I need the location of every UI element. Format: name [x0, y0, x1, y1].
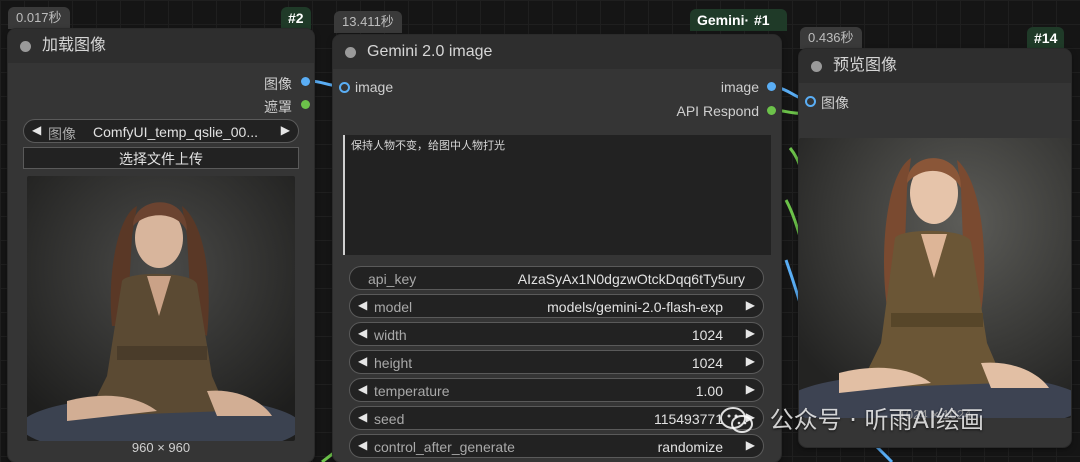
collapse-dot-icon[interactable] — [345, 47, 356, 58]
api-key-label: api_key — [368, 271, 417, 287]
output-image-socket[interactable] — [301, 77, 310, 86]
control-prev-arrow-icon[interactable]: ◀ — [358, 438, 367, 452]
model-combo[interactable]: ◀ model models/gemini-2.0-flash-exp ▶ — [349, 294, 764, 318]
control-after-generate-label: control_after_generate — [374, 439, 515, 455]
output-image-label: 图像 — [264, 76, 292, 92]
image-size-caption: 960 × 960 — [131, 440, 191, 455]
collapse-dot-icon[interactable] — [20, 41, 31, 52]
gemini-node-id-badge: #1 — [754, 12, 770, 28]
load-image-node[interactable]: 加载图像 图像 遮罩 ◀ 图像 ComfyUI_temp_qslie_00...… — [8, 29, 314, 462]
gemini-image-node[interactable]: Gemini 2.0 image image image API Respond… — [333, 35, 781, 462]
preview-node-timing: 0.436秒 — [800, 27, 862, 49]
model-next-arrow-icon[interactable]: ▶ — [746, 298, 755, 312]
portrait-photo-icon — [27, 176, 295, 441]
height-value: 1024 — [691, 355, 723, 371]
preview-node-title-bar[interactable]: 预览图像 — [799, 49, 1071, 83]
output-image-label: image — [720, 79, 759, 95]
wechat-icon — [720, 406, 754, 436]
seed-label: seed — [374, 411, 405, 427]
height-decrement-icon[interactable]: ◀ — [358, 354, 367, 368]
height-increment-icon[interactable]: ▶ — [746, 354, 755, 368]
load-node-id-badge: #2 — [281, 7, 311, 29]
height-label: height — [374, 355, 413, 371]
gemini-node-title: Gemini 2.0 image — [367, 43, 493, 60]
gemini-node-title-bar[interactable]: Gemini 2.0 image — [333, 35, 781, 69]
output-mask-socket[interactable] — [301, 100, 310, 109]
gemini-node-timing: 13.411秒 — [334, 11, 402, 33]
preview-node-title: 预览图像 — [833, 57, 898, 74]
combo-next-arrow-icon[interactable]: ▶ — [281, 123, 290, 137]
preview-image-node[interactable]: 预览图像 图像 1024 × 1024 — [799, 49, 1071, 447]
width-stepper[interactable]: ◀ width 1024 ▶ — [349, 322, 764, 346]
temperature-stepper[interactable]: ◀ temperature 1.00 ▶ — [349, 378, 764, 402]
input-image-label: 图像 — [821, 95, 849, 111]
input-image-socket[interactable] — [339, 82, 350, 93]
width-label: width — [374, 327, 407, 343]
image-combo-label: 图像 — [48, 126, 76, 142]
watermark-text: 公众号 · 听雨AI绘画 — [769, 406, 985, 434]
image-combo-value: ComfyUI_temp_qslie_00... — [93, 124, 258, 140]
image-file-combo[interactable]: ◀ 图像 ComfyUI_temp_qslie_00... ▶ — [23, 119, 299, 143]
collapse-dot-icon[interactable] — [811, 61, 822, 72]
temperature-value: 1.00 — [695, 383, 723, 399]
api-key-field[interactable]: api_key AIzaSyAx1N0dgzwOtckDqq6tTy5ury — [349, 266, 764, 290]
prompt-textarea[interactable]: 保持人物不变，给图中人物打光 — [343, 135, 771, 255]
watermark-overlay: 公众号 · 听雨AI绘画 — [720, 400, 984, 440]
load-node-timing: 0.017秒 — [8, 7, 70, 29]
upload-file-button[interactable]: 选择文件上传 — [23, 147, 299, 169]
seed-stepper[interactable]: ◀ seed 115493771 ▶ — [349, 406, 764, 430]
portrait-photo-icon — [799, 138, 1071, 418]
input-image-label: image — [355, 79, 394, 95]
height-stepper[interactable]: ◀ height 1024 ▶ — [349, 350, 764, 374]
model-prev-arrow-icon[interactable]: ◀ — [358, 298, 367, 312]
seed-value: 115493771 — [653, 411, 723, 427]
combo-prev-arrow-icon[interactable]: ◀ — [32, 123, 41, 137]
output-api-respond-label: API Respond — [676, 103, 760, 119]
preview-node-id-badge: #14 — [1027, 27, 1065, 49]
output-mask-label: 遮罩 — [264, 99, 292, 115]
control-after-generate-combo[interactable]: ◀ control_after_generate randomize ▶ — [349, 434, 764, 458]
model-value: models/gemini-2.0-flash-exp — [547, 299, 723, 315]
output-api-respond-socket[interactable] — [767, 106, 776, 115]
control-next-arrow-icon[interactable]: ▶ — [746, 438, 755, 452]
input-image-socket[interactable] — [805, 96, 816, 107]
loaded-image-preview — [27, 176, 295, 441]
temperature-label: temperature — [374, 383, 450, 399]
width-value: 1024 — [691, 327, 723, 343]
seed-decrement-icon[interactable]: ◀ — [358, 410, 367, 424]
width-increment-icon[interactable]: ▶ — [746, 326, 755, 340]
output-image-socket[interactable] — [767, 82, 776, 91]
load-node-title: 加载图像 — [42, 37, 107, 54]
width-decrement-icon[interactable]: ◀ — [358, 326, 367, 340]
control-after-generate-value: randomize — [657, 439, 723, 455]
gemini-badge-name: Gemini· — [697, 12, 750, 28]
model-label: model — [374, 299, 413, 315]
load-node-title-bar[interactable]: 加载图像 — [8, 29, 314, 63]
api-key-value: AIzaSyAx1N0dgzwOtckDqq6tTy5ury — [517, 271, 745, 287]
preview-output-image — [799, 138, 1071, 418]
temperature-increment-icon[interactable]: ▶ — [746, 382, 755, 396]
temperature-decrement-icon[interactable]: ◀ — [358, 382, 367, 396]
